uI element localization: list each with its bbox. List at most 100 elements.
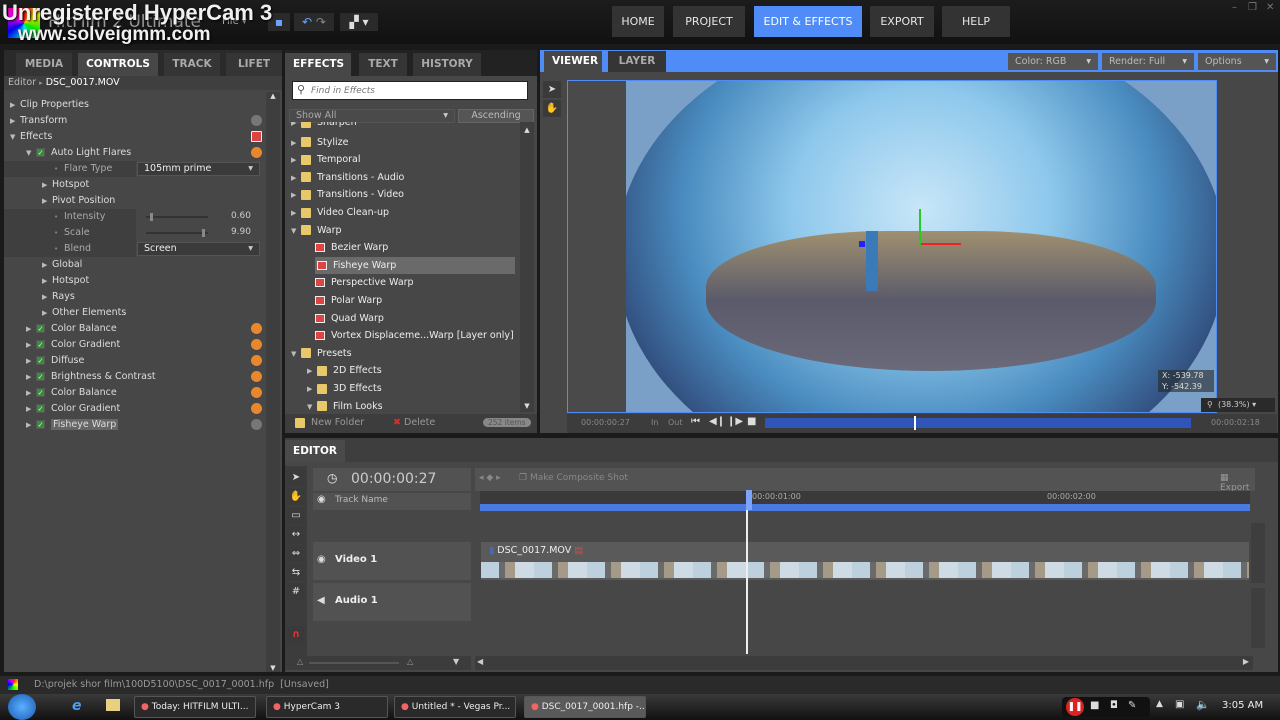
visibility-icon[interactable]: ◉ — [317, 554, 326, 565]
options-dropdown[interactable]: Options — [1198, 53, 1276, 70]
enabled-checkbox[interactable]: ✓ — [36, 388, 45, 397]
tree-item[interactable]: ▶ Hotspot — [4, 177, 266, 193]
collapse-arrow-icon[interactable]: ▶ — [42, 193, 52, 209]
enabled-checkbox[interactable]: ✓ — [36, 404, 45, 413]
effect-item[interactable]: Vortex Displaceme...Warp [Layer only] — [285, 327, 519, 344]
collapse-arrow-icon[interactable]: ▶ — [291, 205, 301, 222]
viewer-canvas[interactable]: X: -539.78 Y: -542.39 — [567, 80, 1217, 413]
effects-folder[interactable]: ▶ Transitions - Video — [285, 186, 519, 203]
mic-off-icon[interactable]: ✎ — [1128, 700, 1136, 711]
collapse-arrow-icon[interactable]: ▶ — [26, 369, 36, 385]
taskbar-button[interactable]: ● Untitled * - Vegas Pr... — [394, 696, 516, 718]
enabled-checkbox[interactable]: ✓ — [36, 148, 45, 157]
select-tool-icon[interactable]: ➤ — [543, 81, 561, 98]
layout-icon[interactable]: ▞ ▾ — [340, 13, 378, 31]
tab-effects[interactable]: EFFECTS — [285, 53, 351, 76]
maximize-icon[interactable]: ❐ — [1248, 2, 1257, 13]
audio-tracks-scrollbar[interactable] — [1251, 588, 1265, 648]
network-icon[interactable]: ▣ — [1175, 699, 1184, 710]
tab-controls[interactable]: CONTROLS — [78, 53, 158, 76]
expand-arrow-icon[interactable]: ▼ — [10, 129, 20, 145]
collapse-arrow-icon[interactable]: ▶ — [42, 289, 52, 305]
enabled-checkbox[interactable]: ✓ — [36, 420, 45, 429]
effect-item[interactable]: Perspective Warp — [285, 274, 519, 291]
snap-magnet-icon[interactable]: ∩ — [287, 626, 305, 643]
collapse-arrow-icon[interactable]: ▶ — [42, 257, 52, 273]
play-icon[interactable]: ❙▶ — [727, 416, 743, 427]
render-dropdown[interactable]: Render: Full — [1102, 53, 1194, 70]
nav-export[interactable]: EXPORT — [870, 6, 934, 37]
ripple-tool-icon[interactable]: ↔ — [287, 526, 305, 543]
reset-icon[interactable] — [251, 323, 262, 334]
zoom-dropdown-icon[interactable]: ▼ — [453, 657, 459, 666]
param-slider[interactable] — [146, 229, 208, 237]
add-effect-icon[interactable] — [251, 131, 262, 142]
effect-item[interactable]: Bezier Warp — [285, 239, 519, 256]
reset-icon[interactable] — [251, 115, 262, 126]
tab-lifetime[interactable]: LIFET › — [226, 53, 282, 93]
select-tool-icon[interactable]: ➤ — [287, 469, 305, 486]
effect-item[interactable]: Fisheye Warp — [315, 256, 515, 274]
effects-scrollbar[interactable]: ▲ ▼ — [520, 122, 534, 412]
pause-record-icon[interactable]: ❚❚ — [1066, 698, 1084, 716]
tree-item[interactable]: ▼ Effects — [4, 129, 266, 145]
param-row[interactable]: • Intensity — [4, 209, 136, 225]
reset-icon[interactable] — [251, 147, 262, 158]
enabled-checkbox[interactable]: ✓ — [36, 356, 45, 365]
tab-layer[interactable]: LAYER — [608, 51, 666, 72]
param-row[interactable]: • Flare Type — [4, 161, 136, 177]
taskbar-button[interactable]: ● Today: HITFILM ULTI... — [134, 696, 256, 718]
effect-item[interactable]: Polar Warp — [285, 292, 519, 309]
in-button[interactable]: In — [651, 418, 658, 427]
speaker-icon[interactable]: ◀ — [317, 595, 325, 606]
nav-edit-effects[interactable]: EDIT & EFFECTS — [754, 6, 862, 37]
collapse-arrow-icon[interactable]: ▶ — [291, 135, 301, 152]
param-slider[interactable] — [146, 213, 208, 221]
make-composite-button[interactable]: ❐ Make Composite Shot — [519, 473, 628, 483]
stop-record-icon[interactable]: ■ — [1090, 700, 1099, 711]
effects-folder[interactable]: ▶ Transitions - Audio — [285, 169, 519, 186]
tree-item[interactable]: ▶ Transform — [4, 113, 266, 129]
collapse-arrow-icon[interactable]: ▶ — [26, 321, 36, 337]
timeline-ruler[interactable]: 00:00:01:00 00:00:02:00 — [480, 491, 1250, 504]
slip-tool-icon[interactable]: ▭ — [287, 507, 305, 524]
delete-button[interactable]: ✖ Delete — [393, 417, 435, 428]
tree-item[interactable]: ▶ ✓ Color Gradient — [4, 337, 266, 353]
tab-track[interactable]: TRACK — [164, 53, 220, 76]
tab-editor[interactable]: EDITOR — [285, 440, 345, 462]
timeline-playhead[interactable] — [746, 490, 748, 654]
effects-folder[interactable]: ▶ 2D Effects — [285, 362, 519, 379]
collapse-arrow-icon[interactable]: ▶ — [10, 97, 20, 113]
timeline-hscrollbar[interactable]: ◀ ▶ — [475, 656, 1253, 670]
controls-scrollbar[interactable]: ▲ ▼ — [266, 92, 280, 672]
tray-expand-icon[interactable]: ▲ — [1156, 699, 1163, 709]
collapse-arrow-icon[interactable]: ▶ — [26, 337, 36, 353]
param-value[interactable]: 9.90 — [219, 227, 251, 237]
search-input[interactable] — [311, 83, 521, 98]
tab-media[interactable]: MEDIA — [16, 53, 72, 76]
param-row[interactable]: • Blend — [4, 241, 136, 257]
tab-history[interactable]: HISTORY — [413, 53, 481, 76]
reset-icon[interactable] — [251, 403, 262, 414]
gizmo-anchor[interactable] — [859, 241, 865, 247]
tree-item[interactable]: ▶ ✓ Color Gradient — [4, 401, 266, 417]
start-button[interactable] — [8, 694, 36, 720]
explorer-icon[interactable] — [106, 699, 120, 711]
gizmo-y-axis[interactable] — [919, 209, 921, 245]
track-zoom-bar[interactable]: △ △ ▼ — [285, 656, 471, 670]
new-folder-button[interactable]: New Folder — [295, 417, 364, 428]
param-row[interactable]: • Scale — [4, 225, 136, 241]
effects-folder[interactable]: ▶ Temporal — [285, 151, 519, 168]
enabled-checkbox[interactable]: ✓ — [36, 324, 45, 333]
collapse-arrow-icon[interactable]: ▶ — [307, 363, 317, 380]
scrub-bar[interactable] — [765, 416, 1191, 430]
tree-item[interactable]: ▼ ✓ Auto Light Flares — [4, 145, 266, 161]
playhead-handle[interactable] — [746, 490, 752, 510]
collapse-arrow-icon[interactable]: ▶ — [26, 417, 36, 433]
reset-icon[interactable] — [251, 387, 262, 398]
editor-timecode[interactable]: 00:00:00:27 — [351, 471, 436, 487]
collapse-arrow-icon[interactable]: ▶ — [26, 401, 36, 417]
tree-item[interactable]: ▶ ✓ Brightness & Contrast — [4, 369, 266, 385]
nav-help[interactable]: HELP — [942, 6, 1010, 37]
enabled-checkbox[interactable]: ✓ — [36, 340, 45, 349]
